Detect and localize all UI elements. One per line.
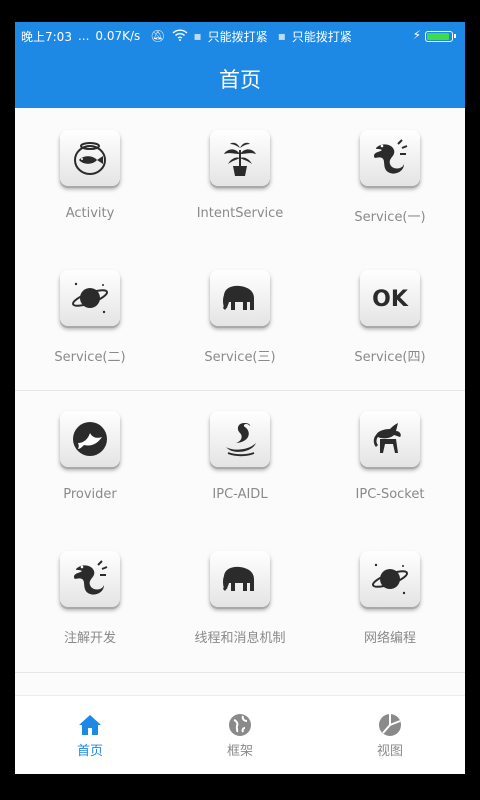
grid-item-label: Activity <box>65 206 115 221</box>
unicorn-icon <box>360 411 420 467</box>
grid-item-ipc-aidl[interactable]: IPC-AIDL <box>165 391 315 531</box>
svg-text:OK: OK <box>372 287 409 312</box>
grid-item-ipc-socket[interactable]: IPC-Socket <box>315 391 465 531</box>
grid-item-label: Service(二) <box>54 350 126 365</box>
wifi-icon <box>172 28 188 44</box>
home-icon <box>79 715 101 735</box>
grid-item-label: IPC-Socket <box>355 487 425 502</box>
tab-home[interactable]: 首页 <box>15 696 165 774</box>
charging-icon: ⚡︎ <box>412 28 421 42</box>
grid-item-activity[interactable]: Activity <box>15 110 165 250</box>
grid-item-label: Service(三) <box>204 350 276 365</box>
globe-icon <box>229 714 251 736</box>
ok-icon: OK <box>360 270 420 326</box>
grid-item-annotation-dev[interactable]: 注解开发 <box>15 531 165 671</box>
tab-view[interactable]: 视图 <box>315 696 465 774</box>
grid-item-service-3[interactable]: Service(三) <box>165 250 315 390</box>
elephant-icon <box>210 551 270 607</box>
bottom-tab-bar: 首页 框架 视图 <box>15 695 465 774</box>
status-speed: 0.07K/s <box>95 29 141 43</box>
grid-item-label: 注解开发 <box>63 631 116 646</box>
battery-icon <box>425 31 456 42</box>
status-carrier-1: 只能拨打紧 <box>207 29 268 44</box>
tab-label: 首页 <box>76 744 103 759</box>
grid-item-service-4[interactable]: OK Service(四) <box>315 250 465 390</box>
tab-label: 视图 <box>376 744 403 759</box>
grid-item-network[interactable]: 网络编程 <box>315 531 465 671</box>
signal-icon-2: ▪︎ <box>277 29 286 43</box>
grid-item-label: IntentService <box>196 206 284 221</box>
tab-label: 框架 <box>226 744 253 759</box>
grid-item-label: Service(一) <box>354 210 426 225</box>
grid-item-label: 线程和消息机制 <box>194 631 286 646</box>
planet-icon <box>360 551 420 607</box>
dragon-icon <box>360 130 420 186</box>
grid-item-intentservice[interactable]: IntentService <box>165 110 315 250</box>
grid-item-thread-message[interactable]: 线程和消息机制 <box>165 531 315 671</box>
fishbowl-icon <box>60 130 120 186</box>
status-carrier-2: 只能拨打紧 <box>291 29 352 44</box>
grid-item-label: IPC-AIDL <box>212 487 268 502</box>
status-time: 晚上7:03 <box>21 29 72 44</box>
status-bar: 晚上7:03 ... 0.07K/s 🔕︎ ▪︎ 只能拨打紧 ▪︎ 只能拨打紧 … <box>15 22 465 50</box>
alarm-off-icon: 🔕︎ <box>150 29 166 43</box>
tab-framework[interactable]: 框架 <box>165 696 315 774</box>
section-divider <box>15 672 465 673</box>
grid-item-label: Service(四) <box>354 350 426 365</box>
dragon-icon <box>60 551 120 607</box>
swan-icon <box>210 411 270 467</box>
status-dots: ... <box>77 29 90 43</box>
dove-icon <box>60 411 120 467</box>
grid-item-provider[interactable]: Provider <box>15 391 165 531</box>
elephant-icon <box>210 270 270 326</box>
planet-icon <box>60 270 120 326</box>
grid-item-service-2[interactable]: Service(二) <box>15 250 165 390</box>
pie-chart-icon <box>379 714 401 736</box>
grid-item-label: 网络编程 <box>363 631 416 646</box>
app-screen: 晚上7:03 ... 0.07K/s 🔕︎ ▪︎ 只能拨打紧 ▪︎ 只能拨打紧 … <box>15 22 465 774</box>
app-bar: 首页 <box>15 50 465 108</box>
page-title: 首页 <box>219 68 261 92</box>
plant-icon <box>210 130 270 186</box>
signal-icon: ▪︎ <box>193 29 202 43</box>
grid-item-service-1[interactable]: Service(一) <box>315 110 465 250</box>
grid-item-label: Provider <box>63 487 117 502</box>
